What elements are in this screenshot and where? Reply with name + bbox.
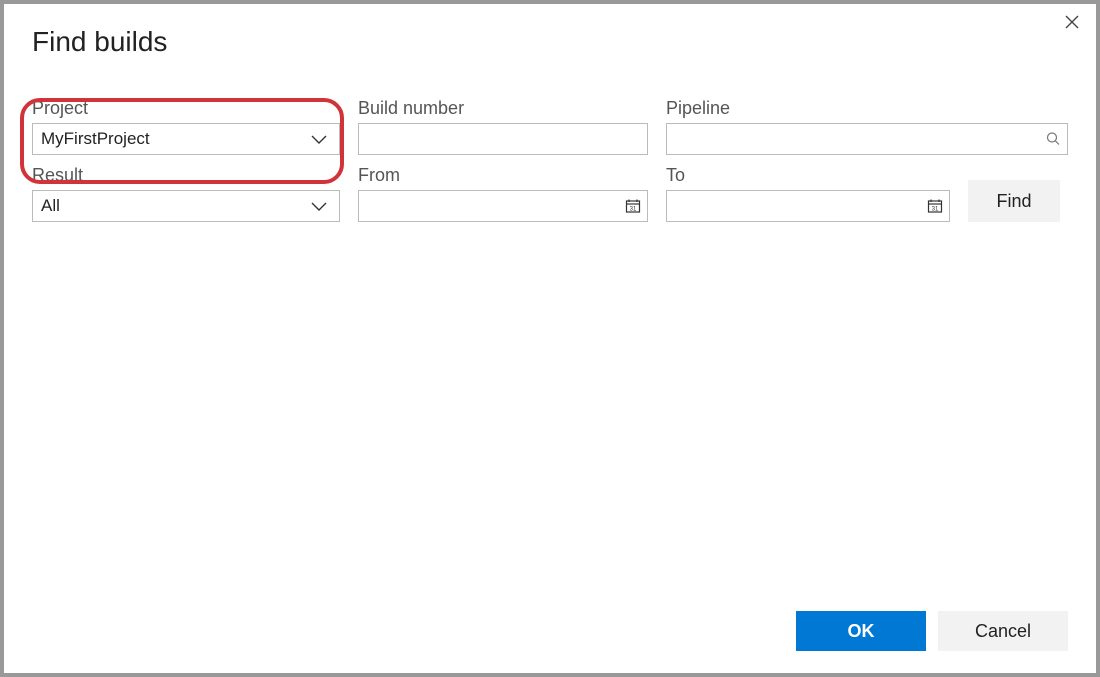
chevron-down-icon (307, 133, 331, 145)
dialog-footer: OK Cancel (4, 599, 1096, 673)
find-button[interactable]: Find (968, 180, 1060, 222)
chevron-down-icon (307, 200, 331, 212)
form-area: Project MyFirstProject Build number Pipe… (4, 68, 1096, 222)
pipeline-input[interactable] (666, 123, 1068, 155)
to-field: To 31 (666, 165, 950, 222)
build-number-label: Build number (358, 98, 648, 119)
calendar-icon: 31 (625, 198, 641, 214)
from-input[interactable]: 31 (358, 190, 648, 222)
find-builds-dialog: Find builds Project MyFirstProject Build… (4, 4, 1096, 673)
result-label: Result (32, 165, 340, 186)
pipeline-field: Pipeline (666, 98, 1068, 155)
search-icon (1046, 132, 1061, 147)
project-select[interactable]: MyFirstProject (32, 123, 340, 155)
svg-text:31: 31 (932, 207, 939, 213)
close-icon (1065, 15, 1079, 34)
result-value: All (41, 196, 307, 216)
project-field: Project MyFirstProject (32, 98, 340, 155)
close-button[interactable] (1060, 12, 1084, 36)
project-value: MyFirstProject (41, 129, 307, 149)
calendar-icon: 31 (927, 198, 943, 214)
dialog-title: Find builds (4, 4, 1096, 68)
cancel-button[interactable]: Cancel (938, 611, 1068, 651)
result-select[interactable]: All (32, 190, 340, 222)
result-field: Result All (32, 165, 340, 222)
to-label: To (666, 165, 950, 186)
pipeline-label: Pipeline (666, 98, 1068, 119)
to-input[interactable]: 31 (666, 190, 950, 222)
from-label: From (358, 165, 648, 186)
build-number-input[interactable] (358, 123, 648, 155)
ok-button[interactable]: OK (796, 611, 926, 651)
find-button-wrap: Find (968, 165, 1068, 222)
from-field: From 31 (358, 165, 648, 222)
project-label: Project (32, 98, 340, 119)
svg-text:31: 31 (630, 207, 637, 213)
build-number-field: Build number (358, 98, 648, 155)
